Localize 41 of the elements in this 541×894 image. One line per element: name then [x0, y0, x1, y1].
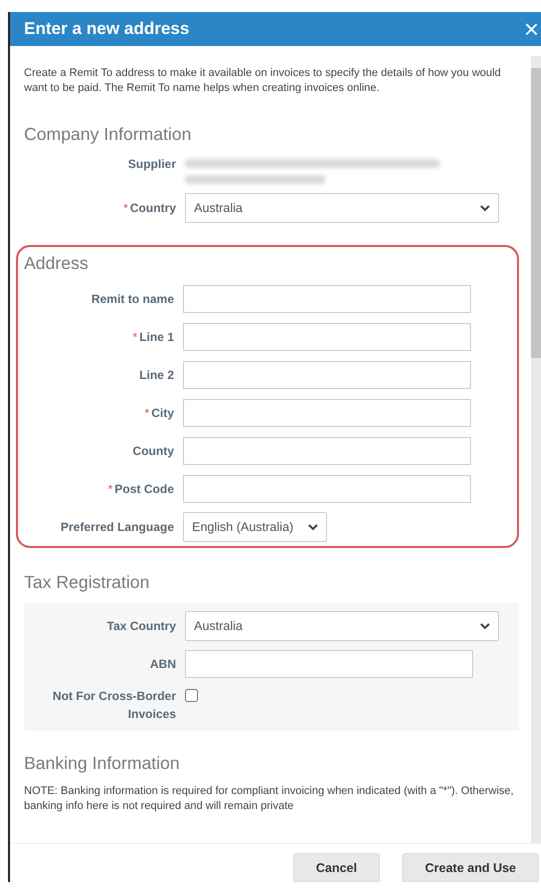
chevron-down-icon: [480, 622, 490, 630]
required-mark: *: [123, 201, 128, 215]
required-mark: *: [132, 330, 138, 344]
field-label: Not For Cross-Border Invoices: [52, 688, 176, 723]
select-dropdown[interactable]: Australia: [185, 193, 499, 223]
text-field[interactable]: [185, 650, 473, 678]
field-label: * Post Code: [106, 481, 174, 498]
field-label: Line 2: [138, 367, 174, 384]
required-mark: *: [144, 406, 150, 420]
text-field[interactable]: [183, 285, 471, 313]
text-field[interactable]: [183, 323, 471, 351]
dialog-button[interactable]: Cancel: [292, 853, 380, 882]
required-mark: *: [108, 482, 113, 496]
text-field[interactable]: [183, 399, 471, 427]
field-label: * City: [144, 405, 174, 422]
select-dropdown[interactable]: English (Australia): [183, 512, 327, 542]
field-label: Remit to name: [90, 291, 174, 308]
intro-text: Create a Remit To address to make it available on invoices to specify the details of how you would want to be paid. The Remit To name helps when creating invoices online.: [24, 66, 502, 96]
checkbox[interactable]: [185, 689, 198, 702]
dialog-button[interactable]: Create and Use: [402, 853, 539, 882]
section-heading: Company Information: [24, 124, 192, 145]
note-text: NOTE: Banking information is required for compliant invoicing when indicated (with a "*"). Otherwise, banking info here is not required and will remain private: [24, 784, 515, 814]
field-label: Preferred Language: [60, 519, 174, 536]
section-heading: Tax Registration: [24, 572, 150, 593]
field-label: * Line 1: [132, 329, 174, 346]
close-button[interactable]: ×: [522, 16, 541, 42]
field-label: ABN: [149, 656, 176, 673]
text-field[interactable]: [183, 437, 471, 465]
section-heading: Banking Information: [24, 753, 181, 774]
field-label: Supplier: [126, 156, 176, 173]
dialog-title: Enter a new address: [24, 19, 190, 39]
scrollbar[interactable]: [531, 56, 541, 843]
field-label: County: [132, 443, 174, 460]
section-heading: Address: [24, 253, 90, 274]
select-dropdown[interactable]: Australia: [185, 611, 499, 641]
chevron-down-icon: [308, 524, 318, 530]
text-field[interactable]: [183, 475, 471, 503]
field-label: * Country: [122, 200, 176, 217]
field-label: Tax Country: [106, 618, 176, 635]
chevron-down-icon: [480, 204, 490, 212]
text-field[interactable]: [183, 361, 471, 389]
